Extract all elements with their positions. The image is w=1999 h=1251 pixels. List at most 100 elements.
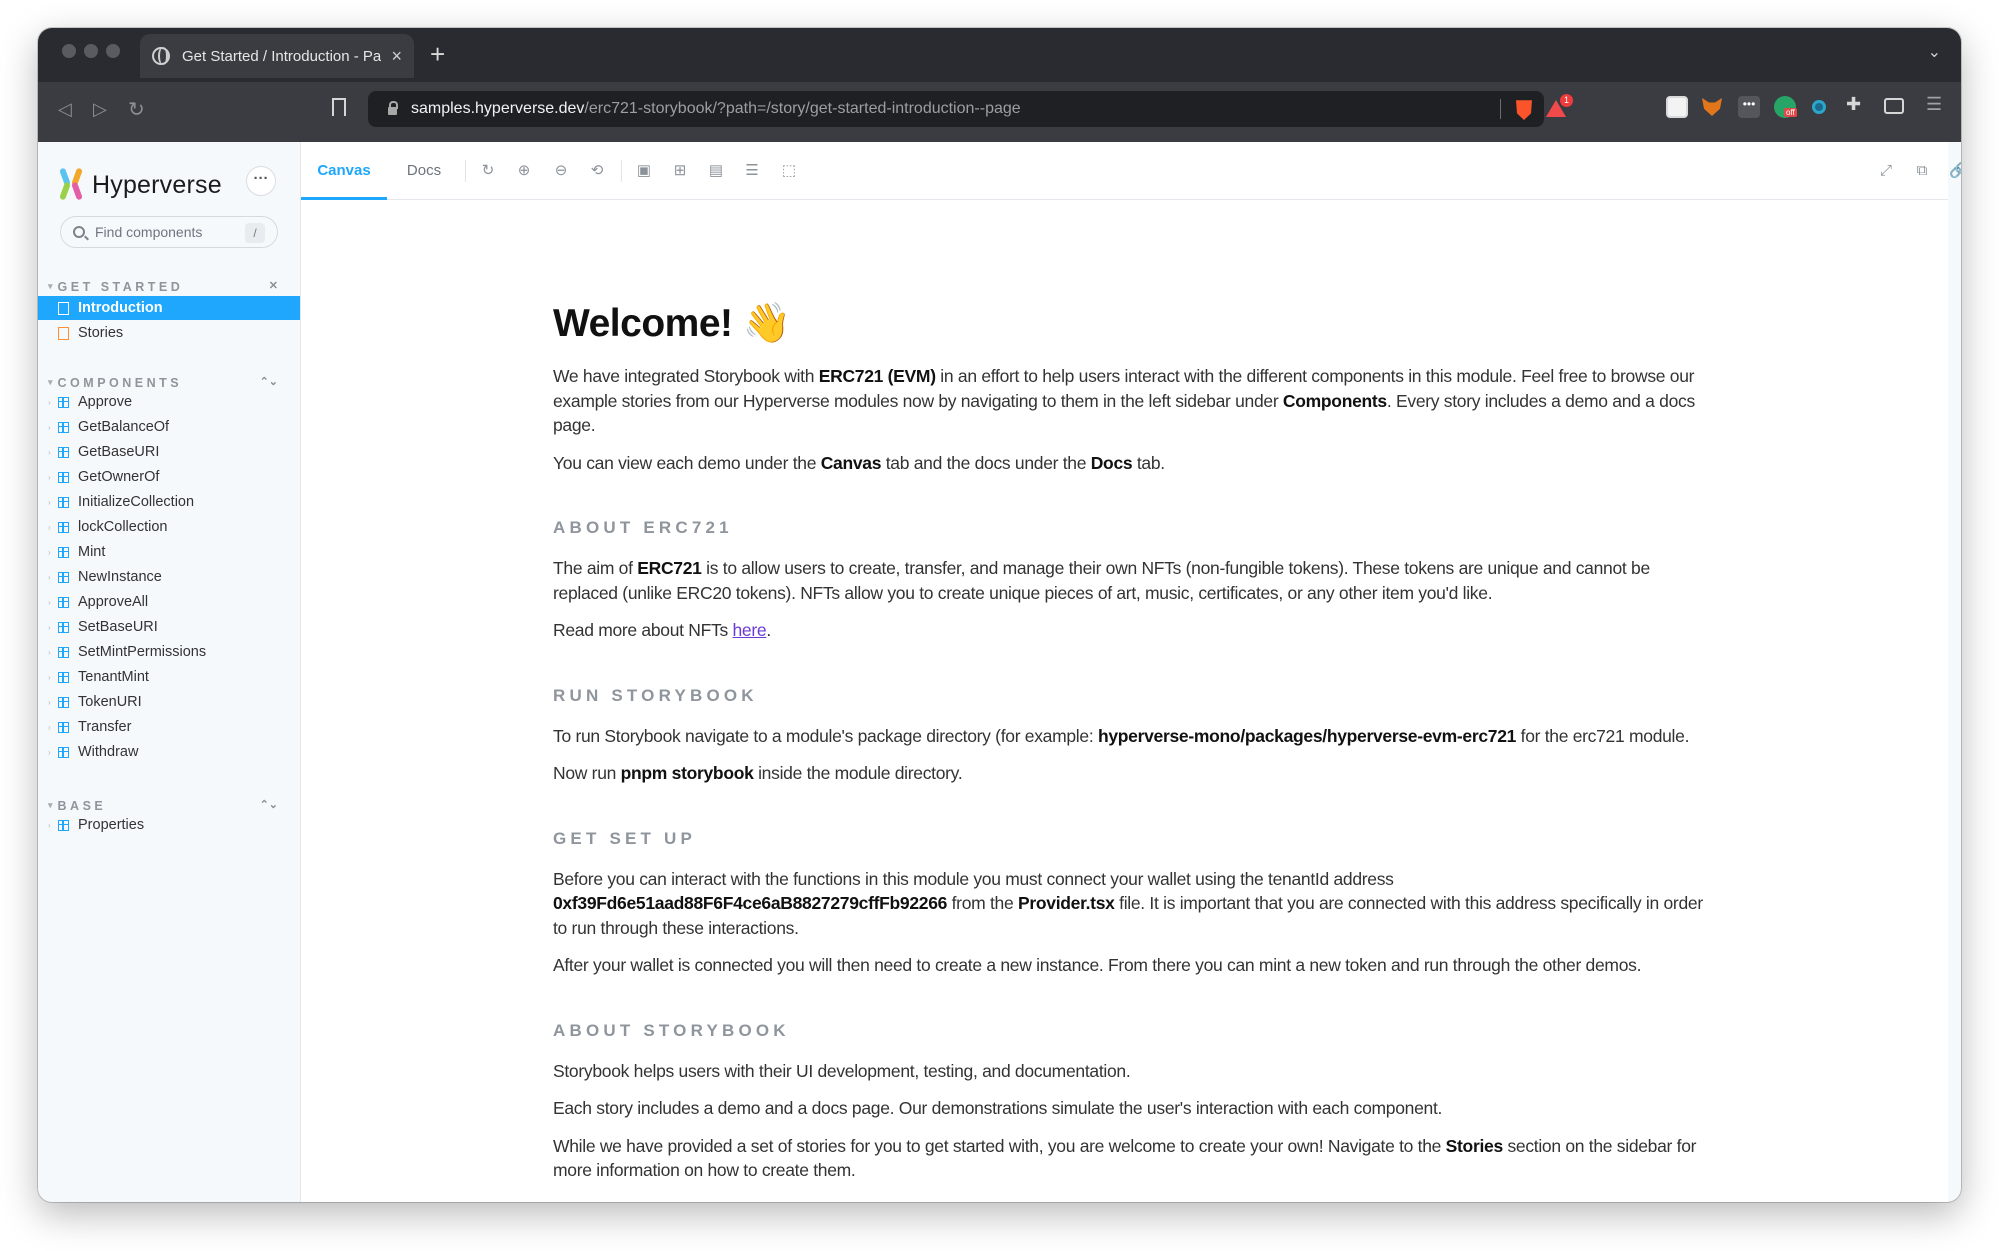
tab-close-icon[interactable]: × bbox=[391, 46, 402, 67]
sidebar-item-tenantmint[interactable]: › TenantMint bbox=[38, 665, 300, 689]
extensions-puzzle-icon[interactable]: ✚ bbox=[1846, 94, 1861, 115]
collapse-caret-icon: ▾ bbox=[48, 281, 53, 291]
expand-all-icon[interactable]: ⌃⌄ bbox=[260, 798, 278, 811]
sidebar-item-lockcollection[interactable]: › lockCollection bbox=[38, 515, 300, 539]
sidebar-item-label: NewInstance bbox=[78, 569, 162, 585]
text: is to allow users to create, transfer, a… bbox=[553, 558, 1650, 603]
extension-more-icon[interactable]: ••• bbox=[1738, 96, 1760, 118]
nft-info-link[interactable]: here bbox=[732, 620, 766, 640]
storybook-paragraph-1: Storybook helps users with their UI deve… bbox=[553, 1060, 1131, 1081]
background-icon[interactable]: ▣ bbox=[635, 162, 653, 180]
minimize-window-button[interactable] bbox=[84, 44, 98, 58]
url-path: /erc721-storybook/?path=/story/get-start… bbox=[584, 100, 1021, 117]
expand-all-icon[interactable]: ⌃⌄ bbox=[260, 375, 278, 388]
sidebar-item-label: InitializeCollection bbox=[78, 494, 195, 510]
sidebar-item-label: Withdraw bbox=[78, 744, 139, 760]
sidebar-item-approve[interactable]: › Approve bbox=[38, 390, 300, 414]
sidebar-item-transfer[interactable]: › Transfer bbox=[38, 715, 300, 739]
sidebar-item-setmintpermissions[interactable]: › SetMintPermissions bbox=[38, 640, 300, 664]
search-field[interactable]: / bbox=[60, 216, 278, 248]
sidebar-item-getownerof[interactable]: › GetOwnerOf bbox=[38, 465, 300, 489]
measure-icon[interactable]: ☰ bbox=[743, 162, 761, 180]
sidebar-item-approveall[interactable]: › ApproveAll bbox=[38, 590, 300, 614]
extension-circle-icon[interactable] bbox=[1812, 100, 1826, 114]
page-title: Welcome! 👋 bbox=[553, 302, 1708, 346]
sidebar-item-label: lockCollection bbox=[78, 519, 168, 535]
brand-logo[interactable]: Hyperverse bbox=[59, 167, 222, 202]
collapse-caret-icon: ▾ bbox=[48, 377, 53, 387]
wallet-icon[interactable] bbox=[1884, 98, 1904, 114]
sidebar-item-mint[interactable]: › Mint bbox=[38, 540, 300, 564]
component-icon bbox=[58, 496, 69, 508]
expand-arrow-icon: › bbox=[48, 622, 51, 632]
search-input[interactable] bbox=[95, 224, 235, 240]
text: Now run bbox=[553, 763, 621, 783]
sidebar-item-stories[interactable]: Stories bbox=[38, 321, 300, 345]
component-icon bbox=[58, 596, 69, 608]
sidebar-item-newinstance[interactable]: › NewInstance bbox=[38, 565, 300, 589]
forward-icon[interactable]: ▷ bbox=[93, 99, 107, 120]
sidebar-item-getbaseuri[interactable]: › GetBaseURI bbox=[38, 440, 300, 464]
viewport-icon[interactable]: ▤ bbox=[707, 162, 725, 180]
sidebar-menu-button[interactable]: ··· bbox=[246, 166, 276, 196]
tab-docs[interactable]: Docs bbox=[387, 142, 461, 200]
zoom-window-button[interactable] bbox=[106, 44, 120, 58]
storybook-preview: Canvas Docs ↻ ⊕ ⊖ ⟲ ▣ ⊞ ▤ ☰ ⬚ ⤢ ⧉ 🔗 Welc… bbox=[300, 142, 1961, 1202]
bold-text: ERC721 (EVM) bbox=[818, 366, 936, 386]
tab-canvas[interactable]: Canvas bbox=[301, 142, 387, 200]
fullscreen-icon[interactable]: ⤢ bbox=[1877, 162, 1895, 180]
sidebar-item-tokenuri[interactable]: › TokenURI bbox=[38, 690, 300, 714]
copy-link-icon[interactable]: 🔗 bbox=[1949, 162, 1961, 180]
remount-icon[interactable]: ↻ bbox=[479, 162, 497, 180]
close-window-button[interactable] bbox=[62, 44, 76, 58]
waving-hand-icon: 👋 bbox=[742, 302, 792, 345]
bold-text: hyperverse-mono/packages/hyperverse-evm-… bbox=[1097, 725, 1517, 746]
browser-menu-icon[interactable]: ☰ bbox=[1926, 94, 1942, 115]
section-get-started[interactable]: ▾ GET STARTED ✕ bbox=[48, 280, 278, 296]
bold-text: Canvas bbox=[820, 452, 882, 473]
open-new-tab-icon[interactable]: ⧉ bbox=[1913, 162, 1931, 180]
bold-text: Stories bbox=[1445, 1135, 1504, 1156]
grid-icon[interactable]: ⊞ bbox=[671, 162, 689, 180]
expand-arrow-icon: › bbox=[48, 722, 51, 732]
sidebar-item-label: Stories bbox=[78, 325, 124, 341]
expand-arrow-icon: › bbox=[48, 572, 51, 582]
bold-text: 0xf39Fd6e51aad88F6F4ce6aB8827279cffFb922… bbox=[553, 893, 948, 913]
browser-toolbar: ◁ ▷ ↻ samples.hyperverse.dev/erc721-stor… bbox=[38, 82, 1961, 142]
extension-google-icon[interactable] bbox=[1666, 96, 1688, 118]
expand-arrow-icon: › bbox=[48, 472, 51, 482]
tab-list-chevron-icon[interactable]: ⌄ bbox=[1928, 42, 1941, 62]
search-shortcut-key: / bbox=[245, 223, 265, 243]
zoom-in-icon[interactable]: ⊕ bbox=[515, 162, 533, 180]
new-tab-button[interactable]: + bbox=[430, 41, 445, 67]
bold-text: ERC721 bbox=[637, 558, 702, 578]
metamask-fox-icon[interactable] bbox=[1702, 96, 1724, 118]
sidebar-item-label: SetMintPermissions bbox=[78, 644, 207, 660]
sidebar-item-getbalanceof[interactable]: › GetBalanceOf bbox=[38, 415, 300, 439]
zoom-out-icon[interactable]: ⊖ bbox=[552, 162, 570, 180]
sidebar-item-withdraw[interactable]: › Withdraw bbox=[38, 740, 300, 764]
brave-shields-icon[interactable] bbox=[1516, 100, 1532, 120]
back-icon[interactable]: ◁ bbox=[58, 99, 72, 120]
sidebar-item-initializecollection[interactable]: › InitializeCollection bbox=[38, 490, 300, 514]
browser-tab[interactable]: Get Started / Introduction - Page × bbox=[140, 34, 414, 78]
component-icon bbox=[58, 646, 69, 658]
hyperverse-logo-icon bbox=[59, 167, 86, 202]
bold-text: Docs bbox=[1090, 452, 1133, 473]
text: inside the module directory. bbox=[753, 763, 963, 783]
outline-icon[interactable]: ⬚ bbox=[780, 162, 798, 180]
sidebar-item-label: GetOwnerOf bbox=[78, 469, 160, 485]
grammarly-icon[interactable]: off bbox=[1774, 96, 1797, 118]
component-icon bbox=[58, 746, 69, 758]
expand-arrow-icon: › bbox=[48, 697, 51, 707]
sidebar-item-setbaseuri[interactable]: › SetBaseURI bbox=[38, 615, 300, 639]
bookmark-icon[interactable] bbox=[332, 98, 346, 116]
sidebar-item-label: Introduction bbox=[78, 300, 163, 316]
address-bar[interactable]: samples.hyperverse.dev/erc721-storybook/… bbox=[368, 91, 1573, 127]
reload-icon[interactable]: ↻ bbox=[128, 97, 145, 122]
collapse-all-icon[interactable]: ✕ bbox=[269, 279, 278, 292]
heading-get-set-up: GET SET UP bbox=[553, 828, 697, 848]
zoom-reset-icon[interactable]: ⟲ bbox=[588, 162, 606, 180]
sidebar-item-introduction[interactable]: Introduction bbox=[38, 296, 300, 320]
sidebar-item-properties[interactable]: › Properties bbox=[38, 813, 300, 837]
